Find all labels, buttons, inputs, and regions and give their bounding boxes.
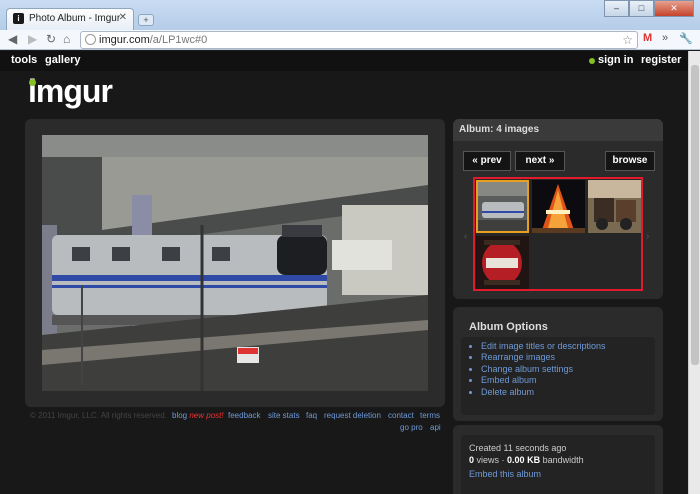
created-text: Created 11 seconds ago [469,443,567,453]
footer-api-link[interactable]: api [430,423,441,432]
nav-sign-in[interactable]: sign in [598,54,633,66]
thumbnail-street[interactable] [588,180,641,233]
maximize-button[interactable]: □ [629,0,654,17]
new-tab-button[interactable]: + [138,14,154,26]
tab-title: Photo Album - Imgur [29,13,121,24]
home-icon[interactable]: ⌂ [63,32,70,46]
chevron-right-icon[interactable]: » [662,32,668,44]
footer-terms-link[interactable]: terms [420,411,440,420]
album-options-panel: Album Options Edit image titles or descr… [453,307,663,421]
option-embed-album[interactable]: Embed album [481,375,606,386]
nav-register[interactable]: register [641,54,681,66]
next-button[interactable]: next » [515,151,565,171]
browser-tab[interactable]: i Photo Album - Imgur ✕ [6,8,134,30]
option-delete-album[interactable]: Delete album [481,387,606,398]
nav-gallery[interactable]: gallery [45,54,80,66]
prev-button[interactable]: « prev [463,151,511,171]
album-options-box: Edit image titles or descriptions Rearra… [461,337,655,415]
nav-tools[interactable]: tools [11,54,37,66]
wrench-icon[interactable]: 🔧 [679,32,693,45]
imgur-page: tools gallery sign in register imgur © 2… [0,51,700,494]
forward-icon[interactable]: ▶ [28,32,37,46]
scroll-left-icon[interactable]: ‹ [464,231,467,242]
copyright-text: © 2011 Imgur, LLC. All rights reserved. [30,411,167,420]
footer-contact-link[interactable]: contact [388,411,414,420]
logo-dot [29,79,36,86]
thumbnail-train[interactable] [476,180,529,233]
thumbnail-tower[interactable] [532,180,585,233]
embed-album-link[interactable]: Embed this album [469,469,541,479]
album-info-box: Created 11 seconds ago 0 views · 0.00 KB… [461,435,655,494]
option-change-settings[interactable]: Change album settings [481,364,606,375]
url-text: imgur.com/a/LP1wc#0 [99,34,208,46]
footer-request-deletion-link[interactable]: request deletion [324,411,381,420]
signin-status-icon [589,58,595,64]
minimize-button[interactable]: – [604,0,629,17]
page-scrollbar[interactable] [688,51,700,494]
footer-site-stats-link[interactable]: site stats [268,411,300,420]
footer-feedback-link[interactable]: feedback [228,411,260,420]
album-panel: Album: 4 images « prev next » browse ‹ › [453,119,663,299]
footer-faq-link[interactable]: faq [306,411,317,420]
album-info-panel: Created 11 seconds ago 0 views · 0.00 KB… [453,425,663,494]
footer-go-pro-link[interactable]: go pro [400,423,423,432]
browser-titlebar: i Photo Album - Imgur ✕ + – □ ✕ [0,0,700,30]
window-controls: – □ ✕ [604,0,694,18]
close-tab-icon[interactable]: ✕ [119,12,127,23]
close-window-button[interactable]: ✕ [654,0,694,17]
main-image-panel [25,119,445,407]
album-options-list: Edit image titles or descriptions Rearra… [471,341,606,398]
scroll-right-icon[interactable]: › [646,231,649,242]
thumbnail-strip [473,177,643,291]
reload-icon[interactable]: ↻ [46,32,56,46]
scrollbar-thumb[interactable] [691,65,699,365]
bookmark-star-icon[interactable]: ☆ [622,33,633,47]
album-options-title: Album Options [469,321,548,333]
train-photo[interactable] [42,135,428,391]
browse-button[interactable]: browse [605,151,655,171]
album-header: Album: 4 images [453,119,663,141]
footer-blog-link[interactable]: blog new post! [172,411,224,420]
imgur-favicon-icon: i [13,13,24,24]
option-edit-titles[interactable]: Edit image titles or descriptions [481,341,606,352]
address-bar[interactable]: imgur.com/a/LP1wc#0 ☆ [80,31,638,49]
imgur-logo[interactable]: imgur [28,73,113,110]
thumbnail-lantern[interactable] [476,236,529,289]
back-icon[interactable]: ◀ [8,32,17,46]
top-nav: tools gallery sign in register [0,51,700,71]
option-rearrange-images[interactable]: Rearrange images [481,352,606,363]
gmail-icon[interactable]: M [643,32,652,44]
stats-text: 0 views · 0.00 KB bandwidth [469,455,584,465]
browser-toolbar: ◀ ▶ ↻ ⌂ imgur.com/a/LP1wc#0 ☆ M » 🔧 [0,30,700,50]
page-info-icon[interactable] [85,34,96,45]
